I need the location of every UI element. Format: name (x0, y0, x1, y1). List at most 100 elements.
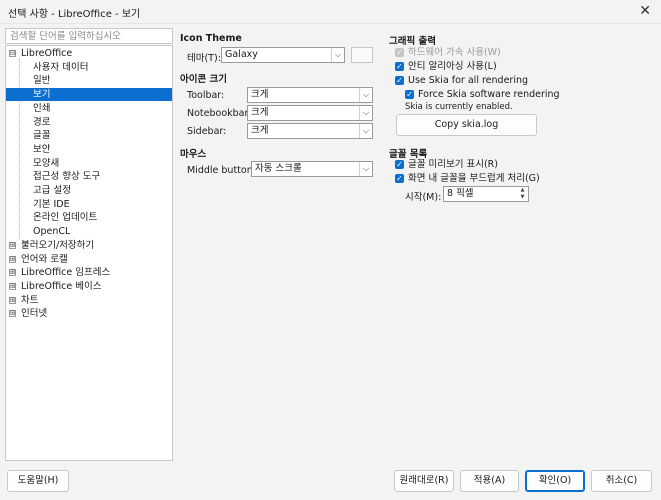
chevron-down-icon: ⌵ (359, 162, 372, 176)
graphics-output-heading: 그래픽 출력 (389, 36, 437, 47)
tree-item-label: 인쇄 (33, 102, 51, 114)
icon-theme-heading: Icon Theme (180, 33, 242, 44)
tree-item[interactable]: 보안 (6, 143, 172, 156)
tree-item-label: 글꼴 (33, 130, 51, 142)
spin-down-icon[interactable]: ▼ (517, 194, 528, 201)
tree-item-label: 불러오기/저장하기 (21, 239, 95, 251)
tree-item[interactable]: 보기 (6, 88, 172, 102)
skia-all-label: Use Skia for all rendering (408, 75, 529, 86)
middle-button-label: Middle button: (187, 165, 256, 176)
help-button[interactable]: 도움말(H) (7, 470, 69, 492)
tree-item[interactable]: 기본 IDE (6, 198, 172, 211)
icon-size-heading: 아이콘 크기 (180, 74, 228, 85)
tree-item-label: 일반 (33, 75, 51, 87)
chevron-down-icon: ⌵ (359, 124, 372, 138)
middle-button-value: 자동 스크롤 (255, 163, 302, 174)
sidebar-size-select[interactable]: 크게 ⌵ (247, 123, 373, 139)
toolbar-size-select[interactable]: 크게 ⌵ (247, 87, 373, 103)
tree-item-label: 경로 (33, 116, 51, 128)
checkbox-check-icon: ✓ (395, 76, 404, 85)
tree-item[interactable]: 인쇄 (6, 102, 172, 115)
notebookbar-size-value: 크게 (251, 107, 269, 118)
tree-item[interactable]: 접근성 향상 도구 (6, 170, 172, 183)
spin-up-icon[interactable]: ▲ (517, 187, 528, 194)
checkbox-check-icon: ✓ (395, 160, 404, 169)
notebookbar-label: Notebookbar: (187, 108, 252, 119)
expand-icon[interactable]: ⊞ (9, 296, 16, 304)
chevron-down-icon: ⌵ (331, 48, 344, 62)
tree-item[interactable]: 글꼴 (6, 129, 172, 142)
theme-label: 테마(T): (187, 53, 221, 64)
title-bar: 선택 사항 - LibreOffice - 보기 ✕ (0, 0, 661, 24)
tree-item-label: 접근성 향상 도구 (33, 171, 101, 183)
close-icon[interactable]: ✕ (639, 3, 651, 19)
tree-item-label: 보안 (33, 143, 51, 155)
checkbox-check-icon: ✓ (395, 48, 404, 57)
search-input[interactable]: 검색할 단어를 입력하십시오 (5, 28, 173, 44)
tree-item-label: LibreOffice 베이스 (21, 280, 102, 292)
tree-item[interactable]: ⊞ 언어와 로캘 (6, 253, 172, 266)
theme-select[interactable]: Galaxy ⌵ (221, 47, 345, 63)
cancel-button[interactable]: 취소(C) (591, 470, 652, 492)
tree-item-label: 보기 (33, 89, 51, 101)
tree-item[interactable]: ⊞ 불러오기/저장하기 (6, 239, 172, 252)
toolbar-size-value: 크게 (251, 89, 269, 100)
tree-item-label: 온라인 업데이트 (33, 212, 98, 224)
expand-icon[interactable]: ⊞ (9, 269, 16, 277)
expand-icon[interactable]: ⊞ (9, 241, 16, 249)
tree-item[interactable]: ⊟ LibreOffice (6, 47, 172, 60)
tree-item[interactable]: 사용자 데이터 (6, 61, 172, 74)
font-preview-label: 글꼴 미리보기 표시(R) (408, 159, 498, 170)
antialiasing-label: 안티 알리아싱 사용(L) (408, 61, 497, 72)
tree-item[interactable]: OpenCL (6, 225, 172, 238)
notebookbar-size-select[interactable]: 크게 ⌵ (247, 105, 373, 121)
middle-button-select[interactable]: 자동 스크롤 ⌵ (251, 161, 373, 177)
tree-item[interactable]: ⊞ 차트 (6, 294, 172, 307)
tree-item[interactable]: 일반 (6, 74, 172, 87)
options-tree: ⊟ LibreOffice 사용자 데이터일반보기 인쇄경로글꼴 보안모양새접근성 향상… (5, 45, 173, 461)
tree-item[interactable]: ⊞ 인터넷 (6, 307, 172, 320)
apply-button[interactable]: 적용(A) (460, 470, 519, 492)
smoothing-from-value: 8 픽셀 (447, 188, 474, 199)
checkbox-check-icon: ✓ (395, 62, 404, 71)
skia-status-text: Skia is currently enabled. (405, 102, 513, 112)
tree-item-label: 언어와 로캘 (21, 253, 68, 265)
theme-select-value: Galaxy (225, 49, 258, 60)
smoothing-from-label: 시작(M): (405, 192, 442, 203)
hardware-acceleration-label: 하드웨어 가속 사용(W) (408, 47, 501, 58)
tree-item[interactable]: ⊞ LibreOffice 베이스 (6, 280, 172, 293)
checkbox-check-icon: ✓ (395, 174, 404, 183)
toolbar-label: Toolbar: (187, 90, 225, 101)
tree-item-label: 차트 (21, 294, 39, 306)
expand-icon[interactable]: ⊞ (9, 255, 16, 263)
copy-skia-log-button[interactable]: Copy skia.log (396, 114, 537, 136)
theme-extra-button[interactable] (351, 47, 373, 63)
ok-button[interactable]: 확인(O) (525, 470, 585, 492)
tree-item-label: 고급 설정 (33, 185, 71, 196)
tree-item-label: 기본 IDE (33, 198, 70, 210)
skia-software-label: Force Skia software rendering (418, 89, 560, 100)
tree-item[interactable]: 고급 설정 (6, 184, 172, 197)
tree-item-label: LibreOffice 임프레스 (21, 267, 111, 279)
expand-icon[interactable]: ⊞ (9, 310, 16, 318)
checkbox-check-icon: ✓ (405, 90, 414, 99)
expand-icon[interactable]: ⊞ (9, 282, 16, 290)
smoothing-from-spinbox[interactable]: 8 픽셀 ▲ ▼ (443, 186, 529, 202)
reset-button[interactable]: 원래대로(R) (394, 470, 454, 492)
window-title: 선택 사항 - LibreOffice - 보기 (8, 9, 141, 20)
tree-item-label: 사용자 데이터 (33, 61, 89, 73)
collapse-icon[interactable]: ⊟ (9, 50, 16, 57)
tree-item-label: 모양새 (33, 157, 60, 169)
sidebar-size-value: 크게 (251, 125, 269, 136)
font-smoothing-label: 화면 내 글꼴을 부드럽게 처리(G) (408, 173, 540, 184)
tree-item-label: 인터넷 (21, 308, 48, 320)
tree-item-label: OpenCL (33, 226, 71, 238)
tree-item[interactable]: 경로 (6, 116, 172, 129)
tree-item[interactable]: 온라인 업데이트 (6, 211, 172, 224)
sidebar-label: Sidebar: (187, 126, 227, 137)
mouse-heading: 마우스 (180, 149, 207, 160)
chevron-down-icon: ⌵ (359, 106, 372, 120)
tree-item-label: LibreOffice (21, 48, 73, 59)
tree-item[interactable]: 모양새 (6, 157, 172, 170)
tree-item[interactable]: ⊞ LibreOffice 임프레스 (6, 266, 172, 279)
